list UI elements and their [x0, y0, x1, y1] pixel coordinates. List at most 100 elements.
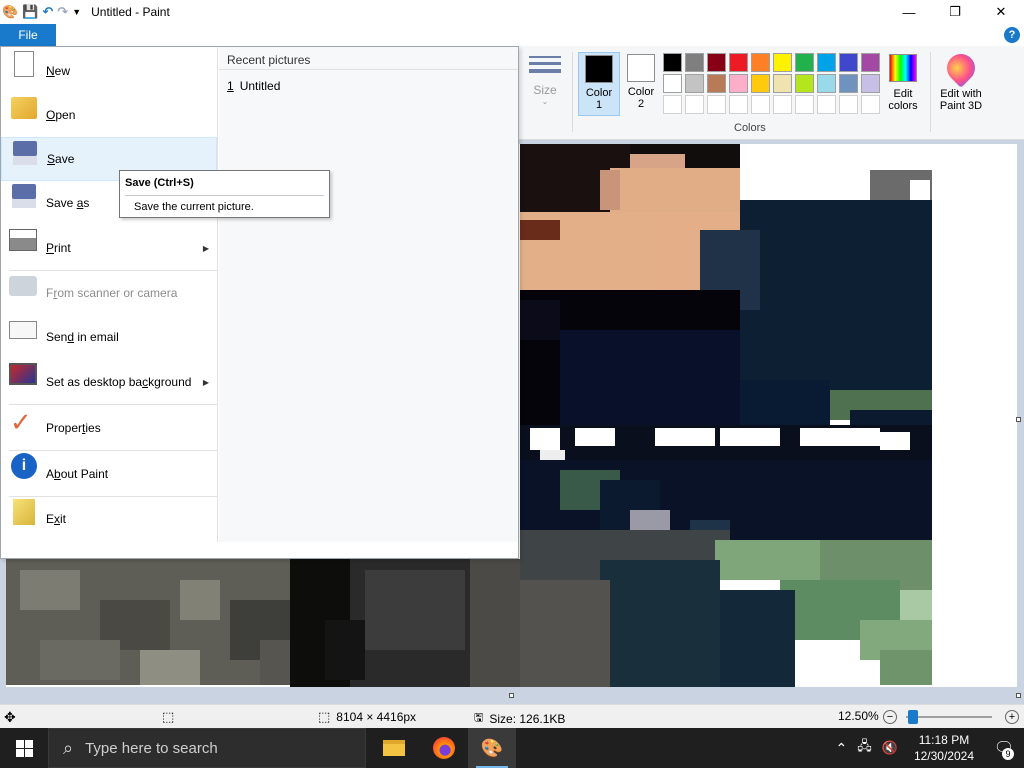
palette-color-swatch[interactable] [773, 74, 792, 93]
palette-color-swatch[interactable] [773, 95, 792, 114]
paint-taskbar-button[interactable]: 🎨 [468, 728, 516, 768]
zoom-slider-thumb[interactable] [908, 710, 918, 724]
clock[interactable]: 11:18 PM 12/30/2024 [904, 732, 984, 764]
zoom-slider-track[interactable] [906, 716, 992, 718]
notification-count: 9 [1002, 748, 1014, 760]
palette-color-swatch[interactable] [751, 74, 770, 93]
palette-color-swatch[interactable] [707, 74, 726, 93]
file-menu-item-new[interactable]: New [1, 49, 217, 93]
dimensions-text: 8104 × 4416px [336, 710, 417, 724]
search-icon: ⌕ [63, 737, 74, 758]
minimize-button[interactable]: — [886, 0, 932, 24]
image-pixel-block [40, 640, 120, 680]
edit-colors-button[interactable]: Edit colors [882, 52, 924, 112]
help-icon[interactable]: ? [1004, 27, 1020, 43]
size-label: Size [533, 83, 557, 97]
save-tooltip: Save (Ctrl+S) Save the current picture. [119, 170, 330, 218]
palette-color-swatch[interactable] [839, 53, 858, 72]
menu-item-label: Exit [46, 512, 67, 526]
palette-color-swatch[interactable] [663, 95, 682, 114]
exit-icon [13, 499, 35, 525]
file-menu-item-exit[interactable]: Exit [1, 497, 217, 541]
zoom-out-button[interactable]: − [883, 710, 897, 724]
volume-muted-icon[interactable]: 🔇 [876, 740, 904, 756]
palette-color-swatch[interactable] [817, 74, 836, 93]
color-spectrum-icon [889, 54, 917, 82]
palette-color-swatch[interactable] [773, 53, 792, 72]
color2-button[interactable]: Color 2 [620, 52, 662, 116]
network-icon[interactable]: 🖧 [853, 737, 876, 759]
image-pixel-block [520, 580, 610, 687]
image-size-icon: ⬚ [318, 709, 331, 724]
checkmark-icon: ✓ [10, 407, 32, 437]
palette-color-swatch[interactable] [795, 74, 814, 93]
resize-handle-bottom[interactable] [509, 693, 514, 698]
size-button[interactable]: Size ⌄ [526, 52, 564, 106]
file-menu-item-open[interactable]: Open [1, 93, 217, 137]
file-menu-item-print[interactable]: Print ▶ [1, 225, 217, 271]
recent-picture-item[interactable]: 1 Untitled [227, 79, 280, 93]
palette-color-swatch[interactable] [663, 53, 682, 72]
selection-icon: ⬚ [162, 709, 175, 724]
palette-color-swatch[interactable] [861, 74, 880, 93]
undo-icon[interactable]: ↶ [42, 4, 53, 20]
resize-handle-right[interactable] [1016, 417, 1021, 422]
chevron-up-icon[interactable]: ⌃ [830, 740, 854, 757]
palette-color-swatch[interactable] [751, 95, 770, 114]
palette-color-swatch[interactable] [751, 53, 770, 72]
palette-color-swatch[interactable] [707, 53, 726, 72]
save-icon[interactable]: 💾 [22, 4, 38, 20]
file-menu-item-set-as-desktop-background[interactable]: Set as desktop background ▶ [1, 359, 217, 405]
firefox-button[interactable] [420, 728, 468, 768]
window-title: Untitled - Paint [91, 5, 170, 19]
palette-color-swatch[interactable] [817, 95, 836, 114]
image-pixel-block [655, 428, 715, 446]
palette-color-swatch[interactable] [839, 95, 858, 114]
palette-color-swatch[interactable] [861, 53, 880, 72]
email-icon [9, 321, 37, 339]
maximize-button[interactable]: ❐ [932, 0, 978, 24]
palette-color-swatch[interactable] [729, 74, 748, 93]
menu-item-label: Save as [46, 196, 90, 210]
palette-color-swatch[interactable] [685, 53, 704, 72]
file-menu-item-properties[interactable]: ✓ Properties [1, 405, 217, 451]
customize-dropdown-icon[interactable]: ▼ [72, 4, 81, 20]
taskbar-search-box[interactable]: ⌕ Type here to search [48, 728, 366, 768]
paint-app-icon[interactable]: 🎨 [2, 4, 18, 20]
file-menu-item-from-scanner-or-camera[interactable]: From scanner or camera [1, 271, 217, 315]
color1-button[interactable]: Color 1 [578, 52, 620, 116]
resize-handle-corner[interactable] [1016, 693, 1021, 698]
file-explorer-button[interactable] [370, 728, 418, 768]
redo-icon[interactable]: ↷ [57, 4, 68, 20]
start-button[interactable] [0, 728, 48, 768]
window-controls: — ❐ ✕ [886, 0, 1024, 24]
notification-center-button[interactable]: 🗨 9 [984, 728, 1024, 768]
palette-color-swatch[interactable] [729, 53, 748, 72]
windows-logo-icon [15, 739, 33, 757]
palette-color-swatch[interactable] [839, 74, 858, 93]
file-tab[interactable]: File [0, 24, 56, 46]
palette-color-swatch[interactable] [861, 95, 880, 114]
color1-swatch [585, 55, 613, 83]
disk-icon: 🖫 [474, 712, 484, 724]
image-pixel-block [180, 580, 220, 620]
close-button[interactable]: ✕ [978, 0, 1024, 24]
palette-color-swatch[interactable] [685, 74, 704, 93]
palette-color-swatch[interactable] [707, 95, 726, 114]
image-pixel-block [560, 330, 740, 430]
palette-color-swatch[interactable] [729, 95, 748, 114]
zoom-in-button[interactable]: + [1005, 710, 1019, 724]
file-menu-item-about-paint[interactable]: i About Paint [1, 451, 217, 497]
palette-color-swatch[interactable] [685, 95, 704, 114]
printer-icon [9, 229, 37, 251]
file-menu-item-send-in-email[interactable]: Send in email [1, 315, 217, 359]
palette-color-swatch[interactable] [795, 53, 814, 72]
file-size-text: Size: 126.1KB [489, 711, 566, 726]
edit-with-paint3d-button[interactable]: Edit with Paint 3D [934, 48, 988, 112]
palette-color-swatch[interactable] [795, 95, 814, 114]
clock-date: 12/30/2024 [913, 749, 974, 763]
edit-paint3d-label: Edit with Paint 3D [939, 88, 983, 112]
palette-color-swatch[interactable] [663, 74, 682, 93]
open-folder-icon [11, 97, 37, 119]
palette-color-swatch[interactable] [817, 53, 836, 72]
